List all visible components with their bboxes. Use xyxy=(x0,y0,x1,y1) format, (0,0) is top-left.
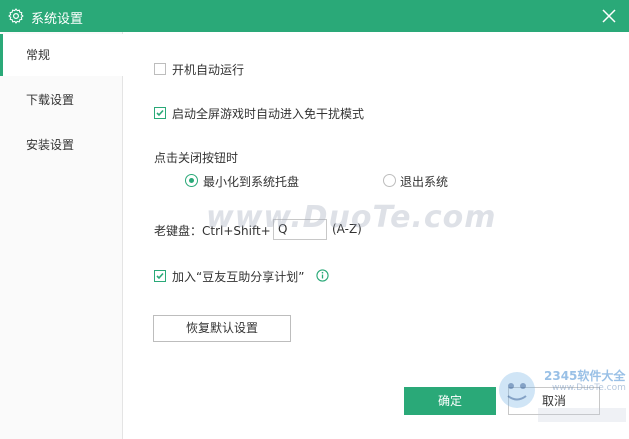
close-behavior-heading: 点击关闭按钮时 xyxy=(154,151,239,165)
sidebar: 常规 下载设置 安装设置 xyxy=(0,32,123,439)
window-title: 系统设置 xyxy=(31,12,84,27)
autostart-checkbox[interactable] xyxy=(154,63,166,75)
autostart-label: 开机自动运行 xyxy=(172,63,245,77)
fullscreen-game-checkbox[interactable] xyxy=(154,107,166,119)
site-logo-text: 2345软件大全 xyxy=(544,369,626,383)
radio-exit[interactable] xyxy=(383,174,396,187)
sidebar-item-install[interactable]: 安装设置 xyxy=(0,124,122,166)
site-url-watermark: www.DuoTe.com xyxy=(552,383,626,393)
share-plan-checkbox[interactable] xyxy=(154,270,166,282)
radio-minimize-to-tray[interactable] xyxy=(185,174,198,187)
boss-key-input[interactable]: Q xyxy=(273,219,327,240)
sidebar-item-download[interactable]: 下载设置 xyxy=(0,79,122,121)
close-icon[interactable] xyxy=(599,6,619,26)
radio-minimize-label: 最小化到系统托盘 xyxy=(203,175,300,189)
boss-key-label: 老键盘：Ctrl+Shift+ xyxy=(154,224,271,238)
checkmark-icon xyxy=(156,272,164,280)
restore-defaults-button[interactable]: 恢复默认设置 xyxy=(153,315,291,342)
radio-exit-label: 退出系统 xyxy=(400,175,449,189)
gear-icon xyxy=(8,8,24,24)
share-plan-label: 加入“豆友互助分享计划” xyxy=(172,270,305,284)
boss-key-range: (A-Z) xyxy=(332,222,362,236)
info-icon[interactable] xyxy=(316,269,329,282)
sidebar-item-label: 安装设置 xyxy=(26,138,75,152)
title-bar: 系统设置 xyxy=(0,0,629,32)
sidebar-item-label: 下载设置 xyxy=(26,93,75,107)
sidebar-item-general[interactable]: 常规 xyxy=(0,34,123,76)
ok-button[interactable]: 确定 xyxy=(404,387,496,415)
sidebar-item-label: 常规 xyxy=(26,48,51,62)
checkmark-icon xyxy=(156,109,164,117)
fullscreen-game-label: 启动全屏游戏时自动进入免干扰模式 xyxy=(172,107,365,121)
